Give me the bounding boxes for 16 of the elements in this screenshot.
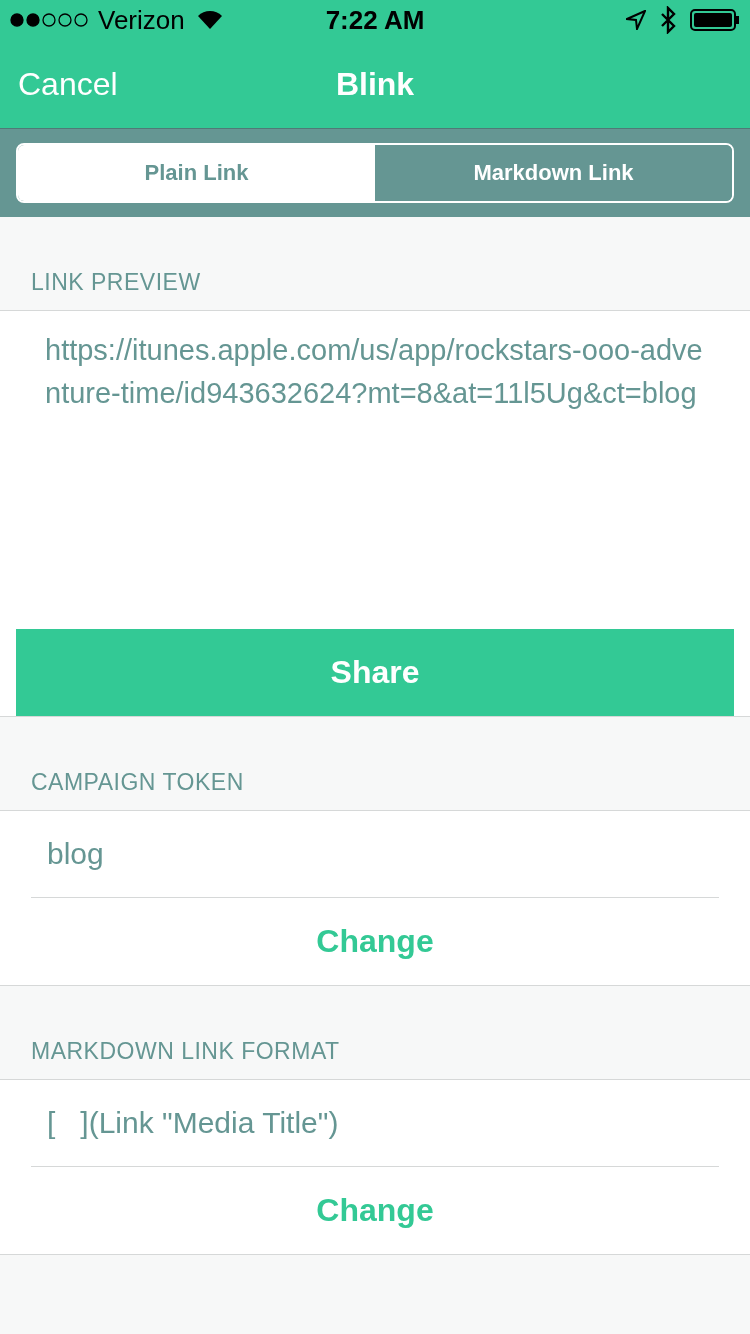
carrier-name: Verizon bbox=[98, 4, 185, 36]
signal-strength-icon bbox=[10, 13, 90, 27]
bluetooth-icon bbox=[660, 6, 676, 34]
cancel-button[interactable]: Cancel bbox=[18, 65, 118, 103]
section-value: [ ](Link "Media Title") bbox=[31, 1080, 719, 1167]
change-button[interactable]: Change bbox=[0, 1167, 750, 1254]
link-preview-text: https://itunes.apple.com/us/app/rockstars-ooo-adventure-time/id943632624?mt=8&at=11l5Ug&ct=blog bbox=[44, 333, 704, 411]
share-button[interactable]: Share bbox=[16, 629, 734, 716]
change-button[interactable]: Change bbox=[0, 898, 750, 985]
nav-title: Blink bbox=[335, 65, 415, 103]
segment-tab[interactable]: Plain Link bbox=[18, 145, 375, 201]
wifi-icon bbox=[196, 10, 223, 30]
location-arrow-icon bbox=[626, 10, 646, 30]
section-value: blog bbox=[31, 811, 719, 898]
status-time: 7:22 AM bbox=[325, 4, 425, 36]
battery-icon bbox=[690, 9, 740, 31]
